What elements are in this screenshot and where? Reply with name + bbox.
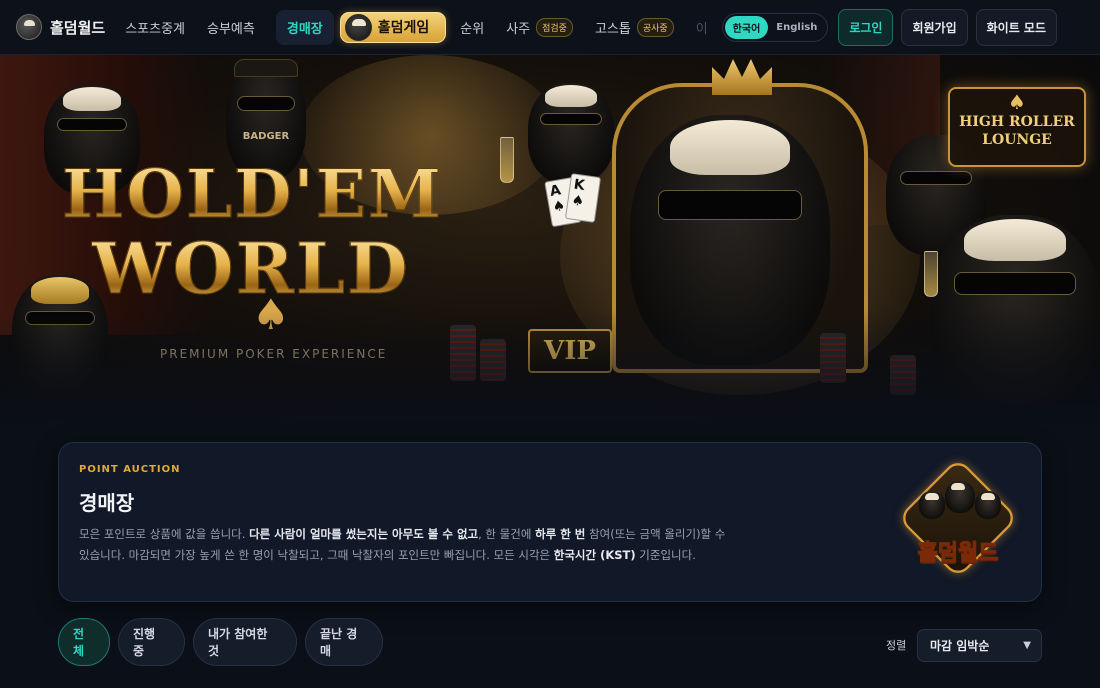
nav-item-rank[interactable]: 순위 xyxy=(460,18,484,37)
desc-text: , 한 물건에 xyxy=(478,527,536,541)
cap-text: BADGER xyxy=(242,131,290,142)
login-button[interactable]: 로그인 xyxy=(838,8,894,46)
nav-item-gostop-label: 고스톱 xyxy=(594,21,631,37)
spade-icon: ♠ xyxy=(252,290,290,339)
brand[interactable]: 홀덤월드 xyxy=(16,14,105,40)
champagne-glass-icon xyxy=(500,137,514,183)
high-roller-sign: ♠ HIGH ROLLER LOUNGE xyxy=(948,87,1086,167)
sort-label: 정렬 xyxy=(886,639,907,652)
playing-cards: A ♠ K ♠ xyxy=(544,173,604,237)
vip-plaque: VIP xyxy=(528,329,612,373)
holdem-world-emblem: 홀덤월드 xyxy=(891,457,1025,585)
auction-description: 모은 포인트로 상품에 값을 씁니다. 다른 사람이 얼마를 썼는지는 아무도 … xyxy=(79,524,739,566)
desc-text: 기준입니다. xyxy=(635,548,696,562)
hero-banner: BADGER A ♠ K ♠ HOLD'EM WORLD ♠ PREMIUM POK… xyxy=(0,55,1100,430)
language-toggle: 한국어 English xyxy=(721,12,829,42)
signup-button[interactable]: 회원가입 xyxy=(901,8,968,46)
tab-all[interactable]: 전체 xyxy=(58,618,110,666)
card-king-rank: K xyxy=(572,176,586,195)
sign-line2: LOUNGE xyxy=(982,132,1052,148)
white-mode-button[interactable]: 화이트 모드 xyxy=(975,8,1058,46)
badger-avatar-icon xyxy=(344,13,372,41)
top-navbar: 홀덤월드 스포츠중계 승부예측 경매장 홀덤게임 순위 사주 점검중 고스톱 공… xyxy=(0,0,1100,55)
hero-subtitle: PREMIUM POKER EXPERIENCE xyxy=(160,347,388,361)
chip-stack xyxy=(890,355,916,395)
tab-in-progress[interactable]: 진행 중 xyxy=(118,618,185,666)
desc-bold: 하루 한 번 xyxy=(535,527,586,541)
chip-stack xyxy=(820,333,846,383)
nav-item-saju[interactable]: 사주 점검중 xyxy=(506,17,573,37)
emblem-badger-icon xyxy=(919,491,945,519)
eyebrow-label: POINT AUCTION xyxy=(79,464,181,475)
desc-text: 모은 포인트로 상품에 값을 씁니다. xyxy=(79,527,250,541)
sort-select[interactable]: 마감 임박순 ▼ xyxy=(917,629,1042,662)
holdem-game-button[interactable]: 홀덤게임 xyxy=(339,11,447,43)
lang-korean-option[interactable]: 한국어 xyxy=(724,15,769,39)
chevron-down-icon: ▼ xyxy=(1023,640,1031,651)
nav-item-auction[interactable]: 경매장 xyxy=(275,9,334,45)
tab-my-bids[interactable]: 내가 참여한 것 xyxy=(193,618,297,666)
maintenance-badge: 점검중 xyxy=(536,17,573,37)
lang-english-option[interactable]: English xyxy=(768,18,825,37)
sign-line1: HIGH ROLLER xyxy=(959,114,1075,130)
nav-item-overflow[interactable]: 이 xyxy=(696,18,708,37)
emblem-badger-icon xyxy=(975,491,1001,519)
desc-bold: 다른 사람이 얼마를 썼는지는 아무도 볼 수 없고 xyxy=(249,527,479,541)
chip-stack xyxy=(450,325,476,381)
crown-icon xyxy=(712,59,772,95)
construction-badge: 공사중 xyxy=(636,17,674,37)
champagne-glass-icon xyxy=(924,251,938,297)
emblem-text: 홀덤월드 xyxy=(917,541,999,567)
nav-item-gostop[interactable]: 고스톱 공사중 xyxy=(594,17,674,37)
page-title: 경매장 xyxy=(79,491,135,515)
holdem-game-label: 홀덤게임 xyxy=(377,20,430,36)
filter-tabs: 전체 진행 중 내가 참여한 것 끝난 경매 xyxy=(58,618,383,666)
nav-item-prediction[interactable]: 승부예측 xyxy=(207,18,255,37)
auction-info-card: POINT AUCTION 경매장 모은 포인트로 상품에 값을 씁니다. 다른… xyxy=(58,442,1042,602)
hero-title-line1: HOLD'EM xyxy=(61,155,444,234)
desc-bold: 한국시간 (KST) xyxy=(553,548,636,562)
brand-logo-icon xyxy=(16,14,42,40)
chip-stack xyxy=(480,339,506,381)
card-ace-rank: A xyxy=(548,182,563,200)
badger-laughing xyxy=(930,215,1100,405)
sort-value: 마감 임박순 xyxy=(930,639,990,653)
brand-name: 홀덤월드 xyxy=(50,18,106,37)
nav-item-saju-label: 사주 xyxy=(506,21,531,37)
badger-boss xyxy=(630,115,830,365)
emblem-badger-icon xyxy=(945,481,975,513)
hero-title-line2: WORLD xyxy=(92,227,410,311)
tab-ended[interactable]: 끝난 경매 xyxy=(305,618,383,666)
nav-item-sports[interactable]: 스포츠중계 xyxy=(125,18,185,37)
card-king: K ♠ xyxy=(564,173,602,223)
badger-bowtie xyxy=(528,83,614,183)
spade-icon: ♠ xyxy=(1008,90,1026,114)
